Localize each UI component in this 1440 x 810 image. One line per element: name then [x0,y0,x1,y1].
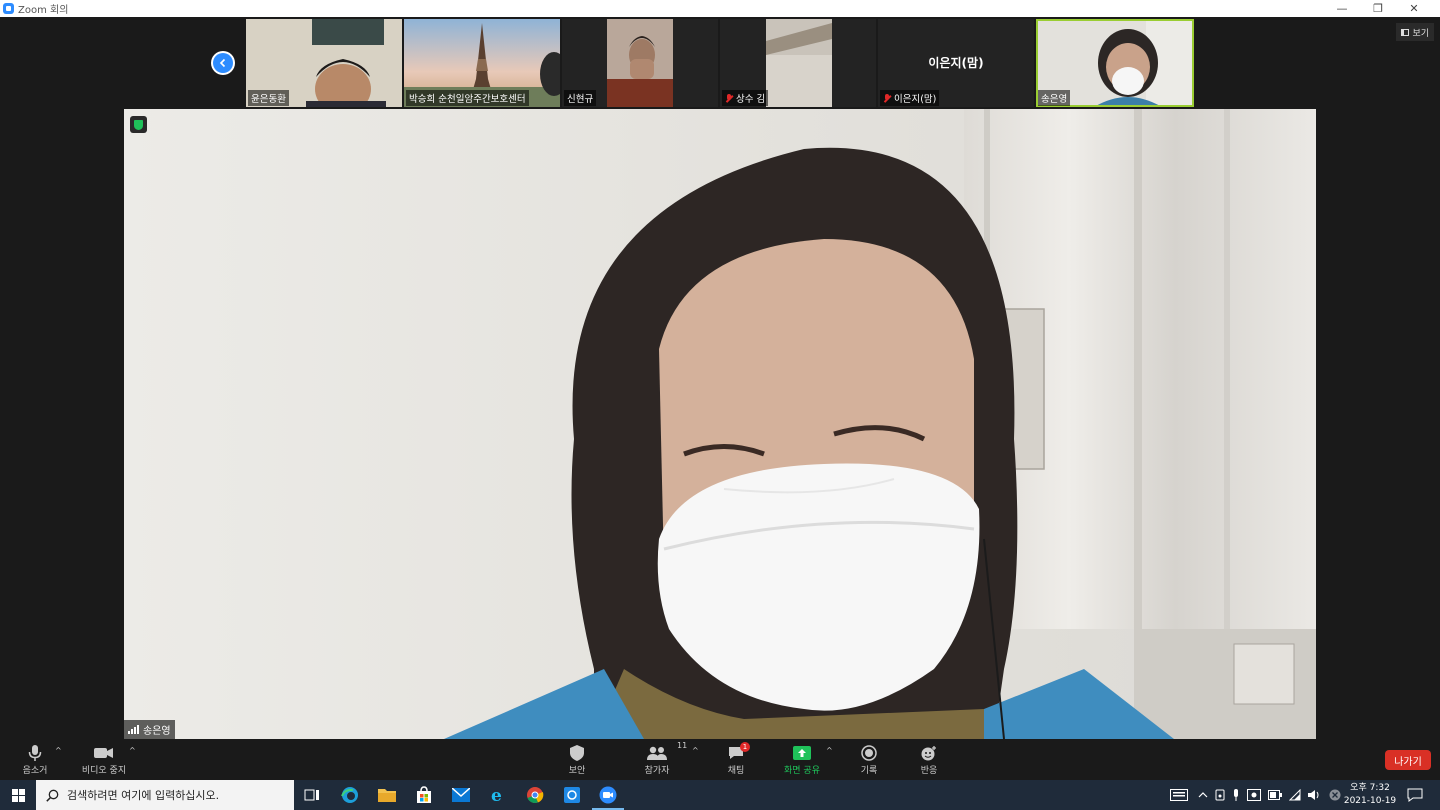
record-button[interactable]: 기록 [856,743,882,776]
camera-tray-icon[interactable] [1247,789,1261,801]
active-speaker-video[interactable]: 송은영 [124,109,1316,739]
share-options-caret-icon[interactable]: ^ [826,746,833,755]
task-view-icon[interactable] [302,785,322,805]
device-icon[interactable] [1215,789,1225,801]
wifi-icon[interactable] [1289,789,1301,801]
store-icon[interactable] [414,785,434,805]
signal-strength-icon [128,725,139,734]
file-explorer-icon[interactable] [377,785,397,805]
record-label: 기록 [860,766,878,776]
view-button[interactable]: 보기 [1396,23,1434,41]
emoji-icon [921,746,936,761]
video-label: 비디오 중지 [81,766,127,776]
edge-browser-icon[interactable] [340,785,360,805]
zoom-logo-icon [3,3,14,14]
participant-tile[interactable]: 박승희 순천일암주간보호센터 [404,19,560,107]
search-placeholder: 검색하려면 여기에 입력하십시오. [67,789,220,802]
start-button[interactable] [0,780,36,810]
app-icon[interactable] [562,785,582,805]
internet-explorer-icon[interactable]: e [488,785,508,805]
participant-tile-active[interactable]: 송은영 [1036,19,1194,107]
microphone-icon [28,745,42,761]
meeting-toolbar: 음소거 ^ 비디오 중지 ^ 보안 11 참가자 ^ 1 채팅 화면 공유 ^ … [0,740,1440,780]
reactions-button[interactable]: 반응 [916,743,942,776]
participant-display-name: 이은지(맘) [928,56,984,70]
participant-name: 윤은동환 [248,90,289,106]
close-circle-icon[interactable] [1329,789,1341,801]
participant-name: 송은영 [1038,90,1071,106]
restore-button[interactable]: ❐ [1360,0,1396,17]
gallery-prev-button[interactable] [211,51,235,75]
notification-icon[interactable] [1405,785,1425,805]
clock-time: 오후 7:32 [1350,783,1390,793]
chat-label: 채팅 [727,766,745,776]
chat-button[interactable]: 1 채팅 [722,742,750,776]
view-button-label: 보기 [1412,28,1429,39]
participant-tile[interactable]: 윤은동환 [246,19,402,107]
keyboard-icon[interactable] [1170,789,1188,801]
participant-name: 신현규 [564,90,597,106]
shield-icon [570,745,584,761]
stop-video-button[interactable]: 비디오 중지 [78,743,130,776]
participants-button[interactable]: 11 참가자 [638,741,688,776]
reactions-label: 반응 [920,766,938,776]
mute-label: 음소거 [22,766,48,776]
active-speaker-name: 송은영 [124,720,175,739]
chrome-icon[interactable] [525,785,545,805]
participant-name: 상수 김 [722,90,769,106]
grid-icon [1401,28,1410,36]
participants-icon [647,746,667,760]
participant-tile[interactable]: 이은지(맘) 이은지(맘) [878,19,1034,107]
meeting-stage: 보기 윤은동환 박승희 순천일암주간보호센터 신현규 상수 김 이은지(맘) 이… [0,17,1440,740]
leave-meeting-button[interactable]: 나가기 [1385,750,1431,770]
battery-icon[interactable] [1268,790,1282,800]
taskbar-clock[interactable]: 오후 7:32 2021-10-19 [1342,782,1398,808]
security-label: 보안 [568,766,586,776]
window-titlebar: Zoom 회의 — ❐ ✕ [0,0,1440,17]
mic-tray-icon[interactable] [1232,789,1240,801]
windows-taskbar: 검색하려면 여기에 입력하십시오. e 오후 7:32 2021-10-19 [0,780,1440,810]
muted-mic-icon [883,93,891,103]
chevron-left-icon [219,58,226,68]
speaker-video-frame [124,109,1316,739]
chat-badge: 1 [740,742,750,752]
mute-button[interactable]: 음소거 [18,743,52,776]
taskbar-search-box[interactable]: 검색하려면 여기에 입력하십시오. [36,780,294,810]
share-label: 화면 공유 [784,766,820,776]
security-shield-icon[interactable] [130,116,147,133]
chevron-up-icon[interactable] [1198,791,1208,799]
svg-text:e: e [491,786,502,804]
participant-tile[interactable]: 신현규 [562,19,718,107]
system-tray [1170,780,1341,810]
share-screen-button[interactable]: 화면 공유 [780,743,824,776]
participant-tile[interactable]: 상수 김 [720,19,876,107]
share-screen-icon [793,746,811,760]
participants-count: 11 [677,741,688,750]
clock-date: 2021-10-19 [1343,796,1397,806]
close-button[interactable]: ✕ [1396,0,1432,17]
participant-name: 이은지(맘) [880,90,940,106]
record-icon [861,745,877,761]
minimize-button[interactable]: — [1324,0,1360,17]
search-icon [46,789,59,802]
participant-name: 박승희 순천일암주간보호센터 [406,90,529,106]
participants-options-caret-icon[interactable]: ^ [692,746,699,755]
security-button[interactable]: 보안 [562,743,592,776]
video-options-caret-icon[interactable]: ^ [129,746,136,755]
volume-icon[interactable] [1308,789,1322,801]
participants-label: 참가자 [644,766,670,776]
zoom-taskbar-icon[interactable] [592,785,624,810]
muted-mic-icon [725,93,733,103]
window-title: Zoom 회의 [18,5,69,16]
windows-logo-icon [11,788,25,802]
mail-icon[interactable] [451,785,471,805]
video-camera-icon [94,748,113,758]
audio-options-caret-icon[interactable]: ^ [55,746,62,755]
